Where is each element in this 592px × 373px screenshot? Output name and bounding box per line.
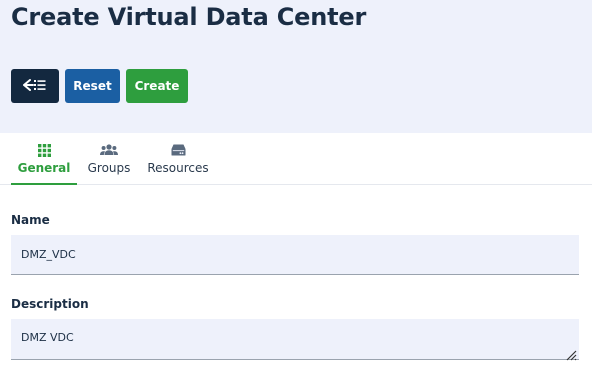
resize-grip-icon[interactable] bbox=[565, 346, 577, 361]
tab-groups[interactable]: Groups bbox=[84, 133, 134, 185]
tab-general-label: General bbox=[17, 161, 71, 175]
create-button[interactable]: Create bbox=[126, 69, 188, 103]
tab-general[interactable]: General bbox=[11, 133, 77, 185]
page-header: Create Virtual Data Center Reset Create bbox=[0, 0, 592, 133]
back-to-list-button[interactable] bbox=[11, 69, 59, 103]
back-to-list-icon bbox=[23, 78, 47, 95]
name-label: Name bbox=[11, 213, 50, 227]
name-input[interactable] bbox=[11, 235, 579, 275]
grid-icon bbox=[37, 143, 51, 157]
description-label: Description bbox=[11, 297, 89, 311]
tab-resources-label: Resources bbox=[147, 161, 209, 175]
page-title: Create Virtual Data Center bbox=[11, 3, 367, 31]
tab-bar: General Groups Resources bbox=[0, 133, 592, 185]
reset-button[interactable]: Reset bbox=[65, 69, 120, 103]
tab-resources[interactable]: Resources bbox=[146, 133, 210, 185]
tab-groups-label: Groups bbox=[87, 161, 131, 175]
description-textarea[interactable]: DMZ VDC bbox=[11, 319, 579, 360]
server-icon bbox=[171, 143, 186, 157]
users-icon bbox=[100, 143, 118, 157]
toolbar: Reset Create bbox=[11, 69, 188, 103]
